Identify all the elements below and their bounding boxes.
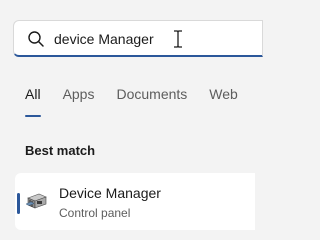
tab-web[interactable]: Web [209,86,238,112]
best-match-heading: Best match [25,143,96,158]
search-bar[interactable] [13,20,263,57]
tab-apps[interactable]: Apps [63,86,95,112]
result-title: Device Manager [59,185,161,201]
search-filter-tabs: All Apps Documents Web [25,86,260,117]
tab-documents[interactable]: Documents [116,86,187,112]
tab-all[interactable]: All [25,86,41,117]
result-subtitle: Control panel [59,206,131,220]
search-icon [28,31,44,47]
device-manager-icon [25,193,47,209]
search-input[interactable] [54,29,244,49]
selection-indicator [17,193,20,214]
best-match-result[interactable]: Device Manager Control panel [15,173,255,230]
text-cursor-icon [174,30,182,48]
